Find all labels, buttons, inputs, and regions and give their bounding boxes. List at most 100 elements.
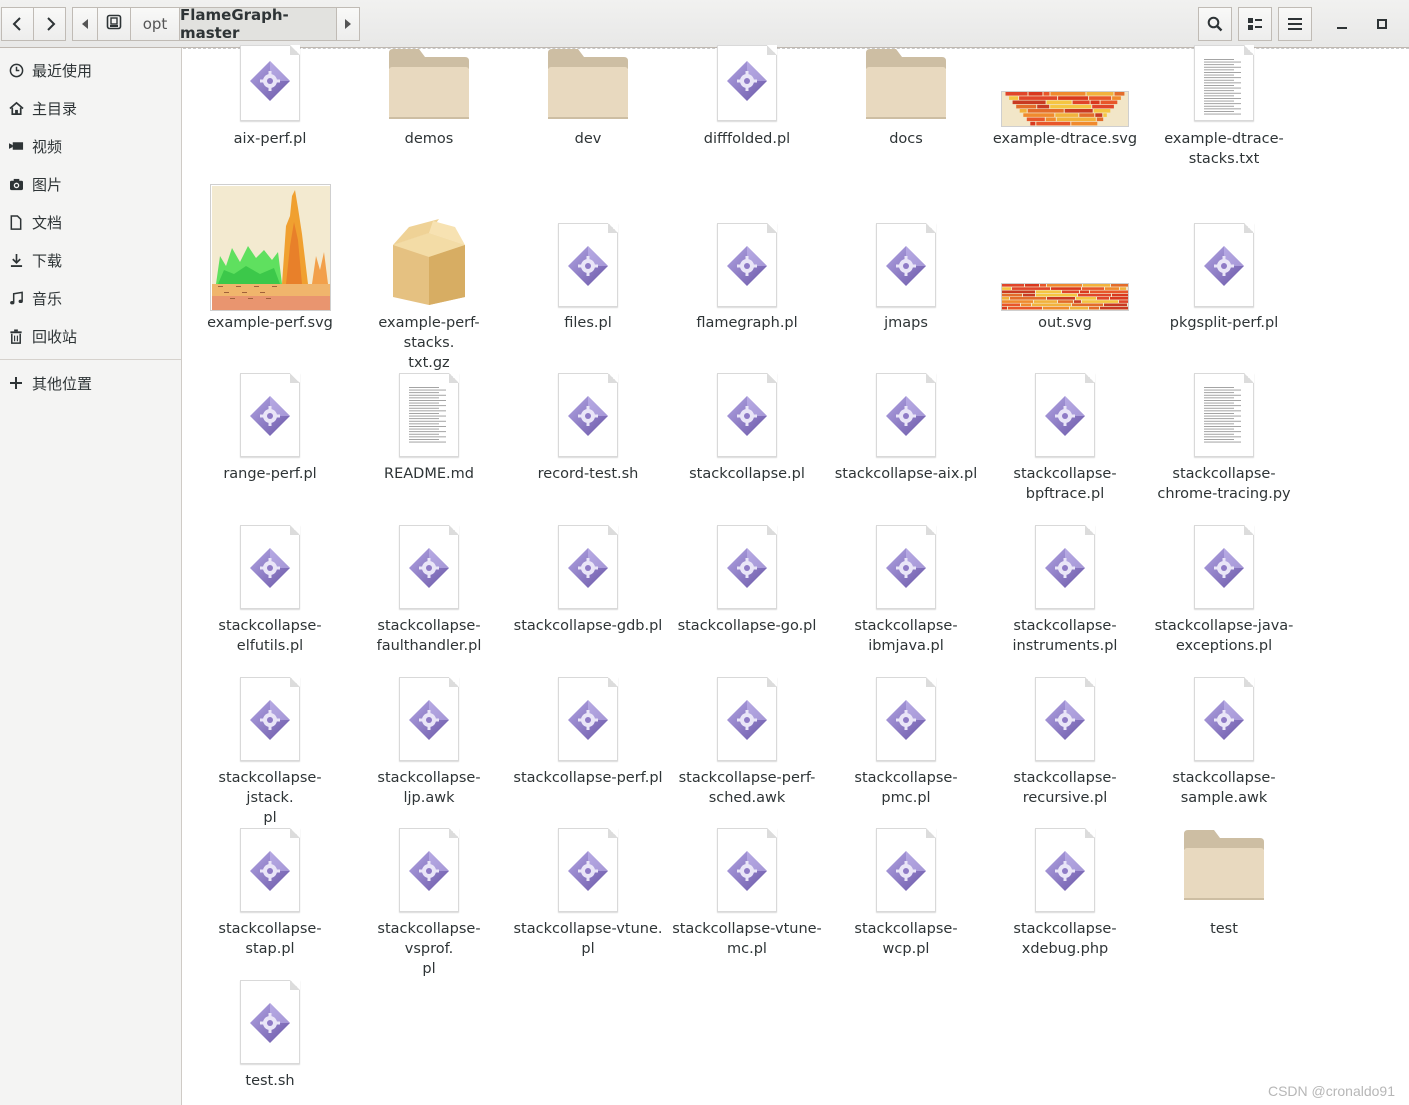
sidebar-item-label: 最近使用: [32, 61, 93, 80]
sidebar-item-recent[interactable]: 最近使用: [0, 53, 181, 87]
menu-button[interactable]: [1278, 7, 1312, 41]
list-view-icon: [1247, 17, 1263, 31]
maximize-icon: [1376, 15, 1388, 34]
sidebar-item-label: 文档: [32, 213, 63, 232]
script-file-icon: [717, 525, 777, 609]
file-name-label: README.md: [384, 466, 474, 482]
text-file-icon: [1194, 373, 1254, 457]
script-file-icon: [399, 828, 459, 912]
file-name-label: difffolded.pl: [703, 131, 791, 147]
sidebar-divider: [0, 359, 181, 360]
file-name-label: stackcollapse-vtune. pl: [513, 921, 663, 957]
file-name-label: example-dtrace.svg: [992, 131, 1138, 147]
script-file-icon: [717, 223, 777, 307]
view-mode-button[interactable]: [1238, 7, 1272, 41]
svg-thumbnail-icon: [210, 184, 331, 311]
script-file-icon: [1194, 677, 1254, 761]
sidebar-item-pictures[interactable]: 图片: [0, 167, 181, 201]
script-file-icon: [1035, 525, 1095, 609]
search-button[interactable]: [1198, 7, 1232, 41]
document-icon: [8, 214, 24, 230]
script-file-icon: [1194, 223, 1254, 307]
script-file-icon: [240, 525, 300, 609]
file-name-label: stackcollapse- ibmjava.pl: [854, 618, 958, 654]
sidebar-item-downloads[interactable]: 下载: [0, 243, 181, 277]
folder-icon: [864, 47, 948, 125]
file-name-label: record-test.sh: [537, 466, 639, 482]
script-file-icon: [717, 828, 777, 912]
plus-icon: [8, 375, 24, 391]
script-file-icon: [1035, 373, 1095, 457]
file-name-label: stackcollapse- sample.awk: [1172, 770, 1276, 806]
sidebar-item-label: 视频: [32, 137, 63, 156]
sidebar-item-label: 图片: [32, 175, 63, 194]
minimize-button[interactable]: [1330, 12, 1354, 36]
file-name-label: out.svg: [1038, 315, 1092, 331]
file-name-label: stackcollapse-gdb.pl: [513, 618, 663, 634]
file-name-label: test.sh: [245, 1073, 295, 1089]
path-scroll-right-button[interactable]: [336, 7, 360, 41]
sidebar-item-other-locations[interactable]: 其他位置: [0, 366, 181, 400]
file-name-label: stackcollapse-go.pl: [677, 618, 817, 634]
script-file-icon: [558, 677, 618, 761]
sidebar-item-music[interactable]: 音乐: [0, 281, 181, 315]
script-file-icon: [1035, 828, 1095, 912]
back-button[interactable]: [1, 7, 34, 41]
file-name-label: jmaps: [884, 315, 928, 331]
file-name-label: aix-perf.pl: [233, 131, 307, 147]
script-file-icon: [876, 828, 936, 912]
file-name-label: stackcollapse- recursive.pl: [1013, 770, 1117, 806]
path-bar: opt FlameGraph-master: [72, 6, 360, 42]
file-name-label: stackcollapse-stap.pl: [218, 921, 322, 957]
chevron-right-icon: [44, 17, 56, 31]
file-name-label: example-perf-stacks. txt.gz: [378, 315, 480, 371]
script-file-icon: [876, 223, 936, 307]
forward-button[interactable]: [33, 7, 66, 41]
text-file-icon: [399, 373, 459, 457]
text-file-icon: [1194, 45, 1254, 121]
script-file-icon: [717, 373, 777, 457]
sidebar-item-label: 其他位置: [32, 374, 93, 393]
minimize-icon: [1336, 15, 1348, 34]
script-file-icon: [558, 373, 618, 457]
camera-icon: [8, 176, 24, 192]
path-root-button[interactable]: [97, 7, 131, 41]
script-file-icon: [240, 980, 300, 1064]
drive-icon: [106, 14, 122, 34]
chevron-left-icon: [12, 17, 24, 31]
file-name-label: range-perf.pl: [223, 466, 317, 482]
file-name-label: stackcollapse-ljp.awk: [377, 770, 481, 806]
script-file-icon: [717, 677, 777, 761]
script-file-icon: [399, 677, 459, 761]
sidebar-item-trash[interactable]: 回收站: [0, 319, 181, 353]
maximize-button[interactable]: [1370, 12, 1394, 36]
file-name-label: stackcollapse- instruments.pl: [1012, 618, 1118, 654]
file-name-label: stackcollapse-perf- sched.awk: [678, 770, 816, 806]
script-file-icon: [876, 677, 936, 761]
file-name-label: stackcollapse- xdebug.php: [1013, 921, 1117, 957]
script-file-icon: [558, 223, 618, 307]
hamburger-menu-icon: [1288, 18, 1302, 30]
file-name-label: stackcollapse- elfutils.pl: [218, 618, 322, 654]
file-name-label: stackcollapse-vtune- mc.pl: [672, 921, 822, 957]
music-icon: [8, 290, 24, 306]
script-file-icon: [240, 45, 300, 121]
sidebar-item-documents[interactable]: 文档: [0, 205, 181, 239]
script-file-icon: [240, 373, 300, 457]
file-name-label: stackcollapse-jstack. pl: [218, 770, 322, 826]
sidebar-item-videos[interactable]: 视频: [0, 129, 181, 163]
file-name-label: example-dtrace- stacks.txt: [1164, 131, 1284, 167]
path-segment-current[interactable]: FlameGraph-master: [179, 6, 337, 42]
watermark: CSDN @cronaldo91: [1267, 1083, 1395, 1099]
script-file-icon: [717, 45, 777, 121]
sidebar-item-home[interactable]: 主目录: [0, 91, 181, 125]
file-grid: aix-perf.pl demos dev difffolded.pl docs exam…: [183, 45, 1409, 1105]
script-file-icon: [876, 525, 936, 609]
script-file-icon: [1035, 677, 1095, 761]
sidebar: 最近使用 主目录 视频 图片 文档 下载 音乐 回收站 其他位置: [0, 48, 182, 1105]
path-segment-opt[interactable]: opt: [130, 7, 180, 41]
sidebar-item-label: 主目录: [32, 99, 78, 118]
script-file-icon: [240, 828, 300, 912]
file-name-label: stackcollapse- chrome-tracing.py: [1157, 466, 1291, 502]
path-scroll-left-button[interactable]: [72, 7, 98, 41]
